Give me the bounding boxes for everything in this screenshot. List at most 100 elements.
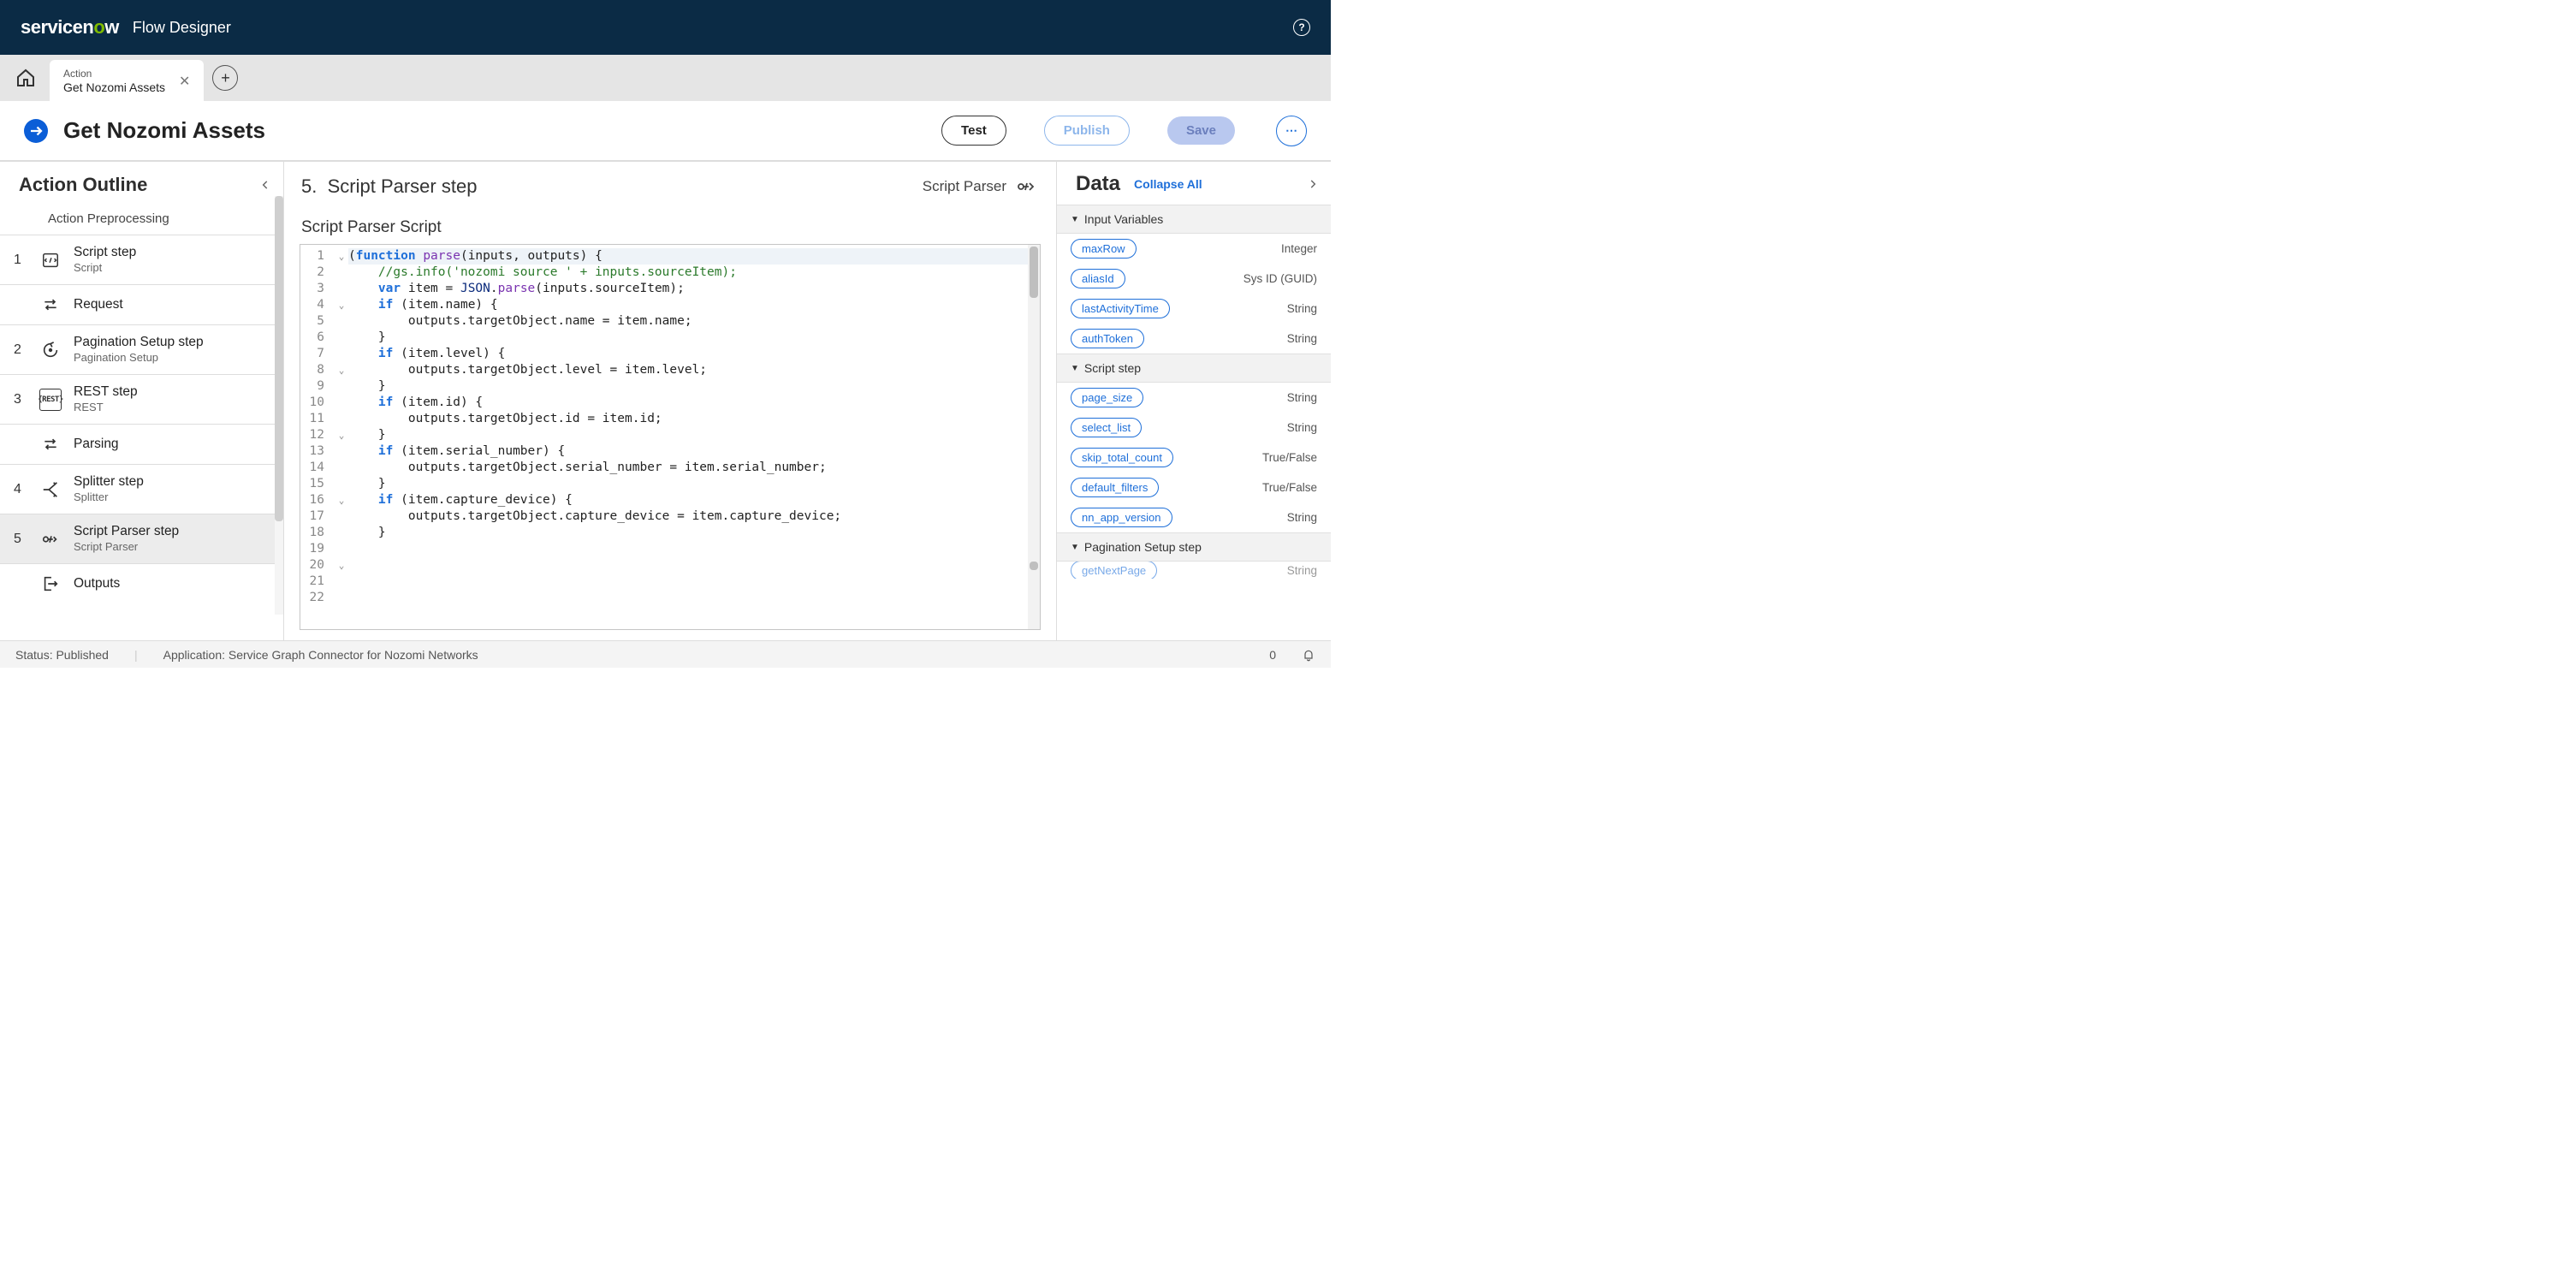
variable-type: Integer xyxy=(1281,242,1317,255)
outline-parsing[interactable]: Parsing xyxy=(0,425,283,465)
more-button[interactable]: ⋯ xyxy=(1276,116,1307,146)
outline-step-4[interactable]: 4 Splitter step Splitter xyxy=(0,465,283,514)
script-parser-icon xyxy=(1015,176,1039,197)
data-variable-row[interactable]: getNextPage String xyxy=(1057,562,1331,579)
variable-type: Sys ID (GUID) xyxy=(1243,272,1317,285)
variable-type: String xyxy=(1287,302,1317,315)
outputs-icon xyxy=(39,573,62,595)
data-section-title: Script step xyxy=(1084,361,1141,375)
code-gutter: 12345678910111213141516171819202122 xyxy=(300,245,335,629)
outline-outputs[interactable]: Outputs xyxy=(0,564,283,603)
data-variable-row[interactable]: lastActivityTime String xyxy=(1057,294,1331,324)
close-tab-icon[interactable]: ✕ xyxy=(179,73,190,90)
data-variable-row[interactable]: page_sizeString xyxy=(1057,383,1331,413)
data-variable-row[interactable]: default_filtersTrue/False xyxy=(1057,473,1331,502)
outline-request[interactable]: Request xyxy=(0,285,283,325)
brand-part: w xyxy=(104,16,119,38)
variable-pill[interactable]: nn_app_version xyxy=(1071,508,1172,527)
editor-title: 5. Script Parser step xyxy=(301,175,477,198)
step-title: Pagination Setup step xyxy=(74,334,204,351)
tab-type-label: Action xyxy=(63,68,165,80)
editor-step-title: Script Parser step xyxy=(328,175,478,197)
outline-step-3[interactable]: 3 {REST} REST step REST xyxy=(0,375,283,425)
data-variable-row[interactable]: aliasId Sys ID (GUID) xyxy=(1057,264,1331,294)
data-section-header[interactable]: ▼ Pagination Setup step xyxy=(1057,532,1331,562)
code-scrollbar-marker xyxy=(1030,562,1038,570)
editor-type: Script Parser xyxy=(923,176,1039,197)
data-variable-row[interactable]: nn_app_version String xyxy=(1057,502,1331,532)
outline-scrollbar-thumb[interactable] xyxy=(275,196,283,521)
data-variable-row[interactable]: maxRow Integer xyxy=(1057,234,1331,264)
test-button[interactable]: Test xyxy=(941,116,1006,146)
collapse-all-link[interactable]: Collapse All xyxy=(1134,177,1202,191)
data-panel: Data Collapse All ▼ Input VariablesmaxRo… xyxy=(1057,162,1331,640)
splitter-icon xyxy=(39,479,62,501)
step-title: Splitter step xyxy=(74,473,144,490)
outline-scrollbar-track xyxy=(275,196,283,615)
publish-button[interactable]: Publish xyxy=(1044,116,1130,146)
data-title: Data xyxy=(1076,172,1120,196)
data-variable-row[interactable]: select_list String xyxy=(1057,413,1331,443)
step-title: Script Parser step xyxy=(74,523,179,540)
home-button[interactable] xyxy=(10,62,41,93)
code-scrollbar-thumb[interactable] xyxy=(1030,247,1038,298)
tab-action[interactable]: Action Get Nozomi Assets ✕ xyxy=(50,60,204,101)
help-icon[interactable]: ? xyxy=(1293,19,1310,36)
data-panel-header: Data Collapse All xyxy=(1057,162,1331,205)
data-variable-row[interactable]: authToken String xyxy=(1057,324,1331,354)
add-tab-button[interactable]: + xyxy=(212,65,238,91)
pagination-icon xyxy=(39,339,62,361)
script-label: Script Parser Script xyxy=(301,218,1041,237)
bell-icon[interactable] xyxy=(1302,648,1315,662)
step-number: 4 xyxy=(14,482,27,497)
code-scrollbar-track xyxy=(1028,245,1040,629)
step-subtitle: Pagination Setup xyxy=(74,351,204,366)
brand-part: o xyxy=(93,16,104,38)
step-title: Request xyxy=(74,296,123,313)
step-title: Outputs xyxy=(74,575,120,592)
variable-pill[interactable]: select_list xyxy=(1071,418,1142,437)
outline-header: Action Outline xyxy=(0,162,283,208)
brand-part: n xyxy=(82,16,93,38)
notification-count: 0 xyxy=(1269,648,1276,662)
tab-strip: Action Get Nozomi Assets ✕ + xyxy=(0,55,1331,101)
step-number: 3 xyxy=(14,392,27,407)
editor-step-number: 5. xyxy=(301,175,317,197)
code-area[interactable]: (function parse(inputs, outputs) { //gs.… xyxy=(348,245,1040,629)
outline-step-5[interactable]: 5 Script Parser step Script Parser xyxy=(0,514,283,564)
swap-icon xyxy=(39,433,62,455)
chevron-right-icon[interactable] xyxy=(1307,178,1319,190)
data-section-header[interactable]: ▼ Input Variables xyxy=(1057,205,1331,234)
variable-pill[interactable]: authToken xyxy=(1071,329,1144,348)
step-number: 1 xyxy=(14,253,27,268)
variable-pill[interactable]: page_size xyxy=(1071,388,1143,407)
step-subtitle: REST xyxy=(74,401,138,415)
editor-header: 5. Script Parser step Script Parser xyxy=(284,162,1056,210)
save-button[interactable]: Save xyxy=(1167,116,1235,145)
editor-type-label: Script Parser xyxy=(923,178,1006,195)
variable-type: String xyxy=(1287,421,1317,434)
swap-icon xyxy=(39,294,62,316)
outline-step-1[interactable]: 1 Script step Script xyxy=(0,235,283,285)
collapse-outline-icon[interactable] xyxy=(259,179,271,191)
brand-logo: servicenow xyxy=(21,16,119,39)
variable-pill[interactable]: default_filters xyxy=(1071,478,1159,497)
variable-pill[interactable]: maxRow xyxy=(1071,239,1137,259)
variable-pill[interactable]: aliasId xyxy=(1071,269,1125,288)
back-icon[interactable] xyxy=(24,119,48,143)
code-editor[interactable]: 12345678910111213141516171819202122 ⌄⌄⌄⌄… xyxy=(300,244,1041,630)
variable-pill[interactable]: skip_total_count xyxy=(1071,448,1173,467)
variable-pill[interactable]: lastActivityTime xyxy=(1071,299,1170,318)
variable-type: String xyxy=(1287,332,1317,345)
data-section-title: Input Variables xyxy=(1084,212,1163,226)
variable-type: String xyxy=(1287,564,1317,577)
variable-pill[interactable]: getNextPage xyxy=(1071,562,1157,579)
data-section-header[interactable]: ▼ Script step xyxy=(1057,354,1331,383)
status-published: Status: Published xyxy=(15,648,109,662)
outline-truncated[interactable]: Action Preprocessing xyxy=(0,208,283,235)
outline-step-2[interactable]: 2 Pagination Setup step Pagination Setup xyxy=(0,325,283,375)
main-area: Action Outline Action Preprocessing 1 Sc… xyxy=(0,161,1331,640)
outline-title: Action Outline xyxy=(19,174,147,196)
data-variable-row[interactable]: skip_total_countTrue/False xyxy=(1057,443,1331,473)
variable-type: String xyxy=(1287,511,1317,524)
